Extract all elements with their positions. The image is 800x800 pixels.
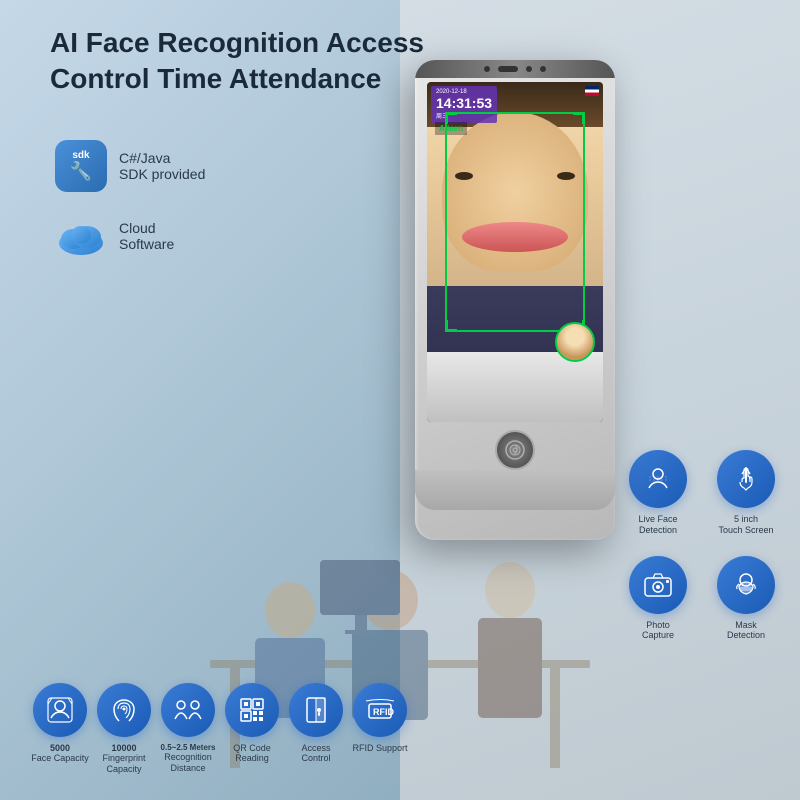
access-text: Access Control	[286, 743, 346, 765]
sensor-right	[526, 66, 532, 72]
device-body: 2020-12-18 14:31:53 周三 Aileen	[415, 60, 615, 540]
device-screen: 2020-12-18 14:31:53 周三 Aileen	[427, 82, 603, 422]
touch-screen-text1: 5 inch	[718, 514, 773, 525]
sdk-badge: sdk 🔧	[55, 140, 107, 192]
face-capacity-label: 5000 Face Capacity	[31, 743, 89, 765]
qr-icon	[225, 683, 279, 737]
photo-capture-icon	[629, 556, 687, 614]
page-title: AI Face Recognition Access Control Time …	[50, 25, 424, 98]
distance-icon	[161, 683, 215, 737]
feature-qr: QR Code Reading	[222, 683, 282, 775]
rfid-label: RFID Support	[352, 743, 407, 754]
feature-photo-capture: Photo Capture	[629, 556, 687, 642]
cloud-section: Cloud Software	[55, 210, 174, 262]
feature-mask-detection: Mask Detection	[717, 556, 775, 642]
title-line2: Control Time Attendance	[50, 61, 424, 97]
live-face-text2: Detection	[638, 525, 677, 536]
feature-live-face: Live Face Detection	[629, 450, 687, 536]
flag-icon	[585, 86, 599, 96]
feature-access: Access Control	[286, 683, 346, 775]
face-detection-box	[445, 112, 585, 332]
distance-number: 0.5~2.5 Meters	[158, 743, 218, 753]
screen-inner: 2020-12-18 14:31:53 周三 Aileen	[427, 82, 603, 422]
sdk-line2: SDK provided	[119, 166, 205, 182]
sdk-description: C#/Java SDK provided	[119, 150, 205, 182]
distance-text: Recognition Distance	[158, 752, 218, 774]
corner-bl	[445, 320, 457, 332]
fingerprint-number: 10000	[94, 743, 154, 754]
cloud-icon	[55, 210, 107, 262]
sdk-section: sdk 🔧 C#/Java SDK provided	[55, 140, 205, 192]
title-line1: AI Face Recognition Access	[50, 25, 424, 61]
rfid-text: RFID Support	[352, 743, 407, 754]
corner-tl	[445, 112, 457, 124]
svg-text:RFID: RFID	[373, 707, 394, 717]
profile-thumbnail	[555, 322, 595, 362]
qr-label: QR Code Reading	[222, 743, 282, 765]
face-capacity-icon	[33, 683, 87, 737]
cloud-description: Cloud Software	[119, 220, 174, 252]
fingerprint-label: 10000 Fingerprint Capacity	[94, 743, 154, 775]
mask-detection-text1: Mask	[727, 620, 765, 631]
photo-capture-label: Photo Capture	[642, 620, 674, 642]
sensor-left	[484, 66, 490, 72]
fingerprint-button[interactable]	[495, 430, 535, 470]
face-recognition-device: 2020-12-18 14:31:53 周三 Aileen	[415, 60, 615, 540]
device-top-bar	[415, 60, 615, 78]
sdk-badge-text: sdk	[72, 150, 89, 161]
qr-text: QR Code Reading	[222, 743, 282, 765]
fingerprint-icon	[97, 683, 151, 737]
main-content: AI Face Recognition Access Control Time …	[0, 0, 800, 800]
corner-tr	[573, 112, 585, 124]
feature-touch-screen: 5 inch Touch Screen	[717, 450, 775, 536]
sdk-line1: C#/Java	[119, 150, 205, 166]
features-left-grid: 5000 Face Capacity 10000 Fingerprint Cap…	[30, 683, 410, 775]
mask-detection-icon	[717, 556, 775, 614]
screen-time: 14:31:53	[436, 95, 492, 111]
mask-detection-text2: Detection	[727, 630, 765, 641]
distance-label: 0.5~2.5 Meters Recognition Distance	[158, 743, 218, 774]
fingerprint-sensor-area	[415, 430, 615, 470]
cloud-line1: Cloud	[119, 220, 174, 236]
rfid-icon: RFID	[353, 683, 407, 737]
sensor-center	[498, 66, 518, 72]
access-icon	[289, 683, 343, 737]
mask-detection-label: Mask Detection	[727, 620, 765, 642]
sensor-far-right	[540, 66, 546, 72]
live-face-text1: Live Face	[638, 514, 677, 525]
device-bottom	[415, 470, 615, 510]
cloud-line2: Software	[119, 236, 174, 252]
face-capacity-text: Face Capacity	[31, 753, 89, 764]
photo-capture-text2: Capture	[642, 630, 674, 641]
photo-capture-text1: Photo	[642, 620, 674, 631]
touch-screen-icon	[717, 450, 775, 508]
touch-screen-label: 5 inch Touch Screen	[718, 514, 773, 536]
fingerprint-text: Fingerprint Capacity	[94, 753, 154, 775]
live-face-label: Live Face Detection	[638, 514, 677, 536]
touch-screen-text2: Touch Screen	[718, 525, 773, 536]
feature-fingerprint: 10000 Fingerprint Capacity	[94, 683, 154, 775]
face-capacity-number: 5000	[31, 743, 89, 754]
live-face-icon	[629, 450, 687, 508]
feature-distance: 0.5~2.5 Meters Recognition Distance	[158, 683, 218, 775]
wrench-icon: 🔧	[70, 161, 92, 182]
access-label: Access Control	[286, 743, 346, 765]
feature-face-capacity: 5000 Face Capacity	[30, 683, 90, 775]
feature-rfid: RFID RFID Support	[350, 683, 410, 775]
features-right-grid: Live Face Detection 5 inch Touch Screen	[629, 450, 775, 641]
